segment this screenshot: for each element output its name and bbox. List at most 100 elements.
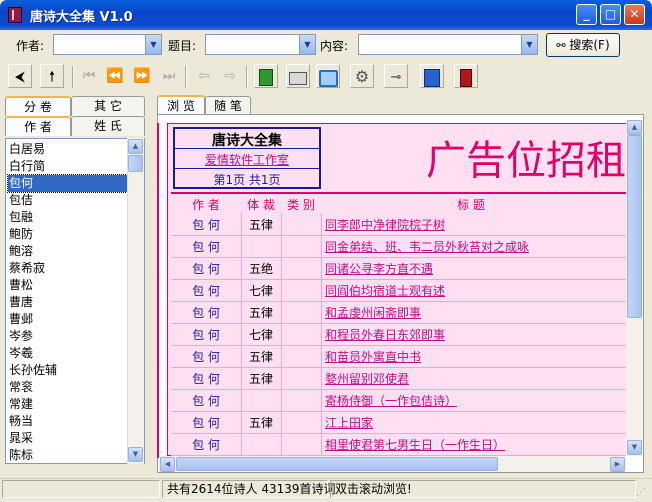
about-button[interactable] (420, 64, 444, 88)
poem-author-cell: 包 何 (192, 328, 220, 342)
scroll-right-icon[interactable]: ▶ (610, 457, 625, 472)
column-header-category: 类 别 (287, 198, 315, 212)
maximize-button[interactable]: □ (600, 4, 621, 25)
network-icon (318, 70, 338, 87)
scroll-up-icon[interactable]: ▲ (627, 120, 642, 135)
author-list-item[interactable]: 晁采 (8, 430, 129, 447)
poem-title-link[interactable]: 和程员外春日东郊即事 (325, 326, 445, 343)
author-list-item[interactable]: 长孙佐辅 (8, 362, 129, 379)
scroll-left-icon[interactable]: ◀ (160, 457, 175, 472)
settings-button[interactable]: ⚙ (350, 64, 374, 88)
scroll-down-icon[interactable]: ▼ (627, 440, 642, 455)
author-list-item[interactable]: 包融 (8, 209, 129, 226)
next-page-button[interactable]: ⏩ (130, 64, 154, 88)
poem-title-link[interactable]: 和孟虔州闲斋即事 (325, 304, 421, 321)
author-list-item[interactable]: 包何 (7, 174, 130, 193)
close-button[interactable]: ✕ (624, 4, 645, 25)
chevron-down-icon[interactable]: ▼ (145, 35, 161, 54)
tab-authors[interactable]: 作 者 (5, 116, 71, 136)
author-list-item[interactable]: 岑羲 (8, 345, 129, 362)
table-row[interactable]: 包 何 相里使君第七男生日（一作生日） (171, 433, 629, 456)
history-back-button[interactable]: ⇦ (192, 64, 216, 88)
tab-volumes[interactable]: 分 卷 (5, 96, 71, 116)
table-row[interactable]: 包 何 五律 同李郎中净律院梡子树 (171, 213, 629, 236)
table-top-border (171, 192, 629, 194)
search-button[interactable]: ⚯ 搜索(F) (546, 33, 620, 57)
author-list[interactable]: 白居易 白行简 包何 包佶 包融 鲍防 鲍溶 蔡希寂 曹松 曹唐 曹邺 岑参 岑羲 长孙佐辅 常衮 常建 畅当晁… (5, 138, 145, 464)
author-list-item[interactable]: 白居易 (8, 141, 129, 158)
poem-title-link[interactable]: 寄杨侍御（一作包佶诗） (325, 392, 457, 409)
content-horizontal-scroll-thumb[interactable] (176, 457, 498, 471)
book-button[interactable] (254, 64, 278, 88)
tab-browse[interactable]: 浏 览 (157, 95, 205, 115)
tab-surnames[interactable]: 姓 氏 (71, 116, 145, 136)
history-forward-button[interactable]: ⇨ (218, 64, 242, 88)
scroll-down-icon[interactable]: ▼ (128, 447, 143, 462)
poem-author-cell: 包 何 (192, 262, 220, 276)
table-row[interactable]: 包 何 五绝 同诸公寻李方直不遇 (171, 257, 629, 280)
author-list-scrollbar[interactable] (127, 138, 144, 464)
author-list-item[interactable]: 白行简 (8, 158, 129, 175)
right-arrow-icon: ⇨ (224, 68, 236, 84)
author-list-item[interactable]: 常建 (8, 396, 129, 413)
table-row[interactable]: 包 何 五律 江上田家 (171, 411, 629, 434)
table-row[interactable]: 包 何 同金弟结、班、韦二员外秋苔对之成咏 (171, 235, 629, 258)
book-icon (8, 7, 22, 23)
author-list-item[interactable]: 曹邺 (8, 311, 129, 328)
content-vertical-scroll-thumb[interactable] (627, 135, 642, 318)
poem-form-cell: 七律 (248, 328, 273, 342)
chevron-down-icon[interactable]: ▼ (299, 35, 315, 54)
minimize-button[interactable]: _ (576, 4, 597, 25)
author-list-scroll-thumb[interactable] (128, 155, 143, 172)
up-arrow-icon: 🠕 (48, 69, 55, 85)
prev-page-button[interactable]: ⏪ (103, 64, 127, 88)
resize-grip-icon[interactable]: ⋰ (636, 486, 650, 500)
author-list-item[interactable]: 常衮 (8, 379, 129, 396)
author-list-item[interactable]: 陈标 (8, 447, 129, 463)
poem-title-link[interactable]: 婺州留别邓使君 (325, 370, 409, 387)
toolbar-separator (246, 66, 248, 88)
author-list-item[interactable]: 曹松 (8, 277, 129, 294)
table-row[interactable]: 包 何 五律 和孟虔州闲斋即事 (171, 301, 629, 324)
table-row[interactable]: 包 何 寄杨侍御（一作包佶诗） (171, 389, 629, 412)
poem-author-cell: 包 何 (192, 218, 220, 232)
poem-title-link[interactable]: 和苗员外寓直中书 (325, 348, 421, 365)
author-list-item[interactable]: 鲍溶 (8, 243, 129, 260)
poem-title-link[interactable]: 同阎伯均宿道士观有述 (325, 282, 445, 299)
poem-title-link[interactable]: 相里使君第七男生日（一作生日） (325, 436, 505, 453)
chevron-down-icon[interactable]: ▼ (521, 35, 537, 54)
author-list-item[interactable]: 包佶 (8, 192, 129, 209)
back-button[interactable]: ⮜ (8, 64, 32, 88)
author-list-item[interactable]: 畅当 (8, 413, 129, 430)
network-button[interactable] (316, 64, 340, 88)
author-combo[interactable]: ▼ (53, 34, 162, 55)
poem-title-link[interactable]: 江上田家 (325, 414, 373, 431)
table-row[interactable]: 包 何 七律 和程员外春日东郊即事 (171, 323, 629, 346)
first-page-button[interactable]: ⏮ (77, 64, 101, 88)
page-title: 唐诗大全集 (212, 133, 282, 149)
tab-notes[interactable]: 随 笔 (205, 96, 251, 116)
author-list-item[interactable]: 鲍防 (8, 226, 129, 243)
author-list-item[interactable]: 蔡希寂 (8, 260, 129, 277)
content-combo[interactable]: ▼ (358, 34, 538, 55)
exit-button[interactable] (454, 64, 478, 88)
poem-title-link[interactable]: 同李郎中净律院梡子树 (325, 216, 445, 233)
table-row[interactable]: 包 何 五律 婺州留别邓使君 (171, 367, 629, 390)
exit-door-icon (460, 69, 472, 87)
studio-link[interactable]: 爱情软件工作室 (173, 151, 321, 168)
table-row[interactable]: 包 何 五律 和苗员外寓直中书 (171, 345, 629, 368)
scroll-up-icon[interactable]: ▲ (128, 139, 143, 154)
title-combo[interactable]: ▼ (205, 34, 316, 55)
register-button[interactable]: ⊸ (384, 64, 408, 88)
table-row[interactable]: 包 何 七律 同阎伯均宿道士观有述 (171, 279, 629, 302)
last-page-button[interactable]: ⏭ (157, 64, 181, 88)
author-list-item[interactable]: 曹唐 (8, 294, 129, 311)
print-button[interactable] (286, 64, 310, 88)
poem-title-link[interactable]: 同诸公寻李方直不遇 (325, 260, 433, 277)
author-list-item[interactable]: 岑参 (8, 328, 129, 345)
status-panel-empty (2, 480, 160, 498)
poem-title-link[interactable]: 同金弟结、班、韦二员外秋苔对之成咏 (325, 238, 529, 255)
tab-others[interactable]: 其 它 (71, 96, 145, 116)
up-button[interactable]: 🠕 (40, 64, 64, 88)
info-icon (424, 69, 440, 87)
